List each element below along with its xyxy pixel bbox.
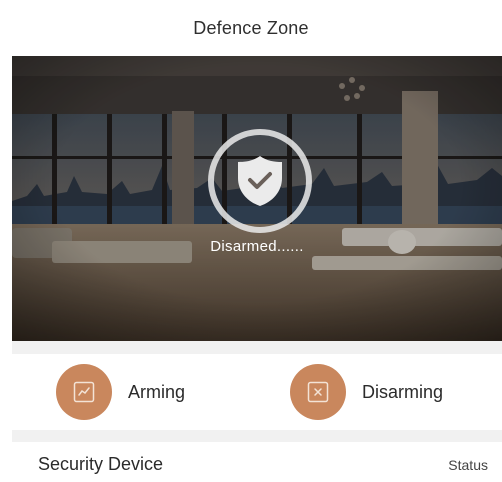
arm-actions: Arming Disarming	[0, 354, 502, 430]
divider	[12, 341, 502, 354]
disarming-button-circle	[290, 364, 346, 420]
security-device-title: Security Device	[38, 454, 164, 474]
disarm-icon	[307, 381, 329, 403]
disarming-button[interactable]: Disarming	[290, 364, 443, 420]
security-device-header: Security Device Status	[0, 442, 502, 482]
shield-check-icon	[238, 156, 282, 206]
arming-label: Arming	[128, 381, 186, 402]
arm-icon	[73, 381, 95, 403]
arming-button[interactable]: Arming	[56, 364, 185, 420]
disarming-label: Disarming	[362, 381, 444, 402]
arming-button-circle	[56, 364, 112, 420]
defence-zone-hero: Disarmed......	[12, 56, 502, 341]
page-title: Defence Zone	[193, 17, 309, 38]
defence-status-text: Disarmed......	[210, 238, 304, 255]
app-header: Defence Zone	[0, 0, 502, 56]
divider	[12, 430, 502, 442]
defence-status-toggle[interactable]	[208, 129, 312, 233]
status-column-label: Status	[448, 457, 488, 473]
